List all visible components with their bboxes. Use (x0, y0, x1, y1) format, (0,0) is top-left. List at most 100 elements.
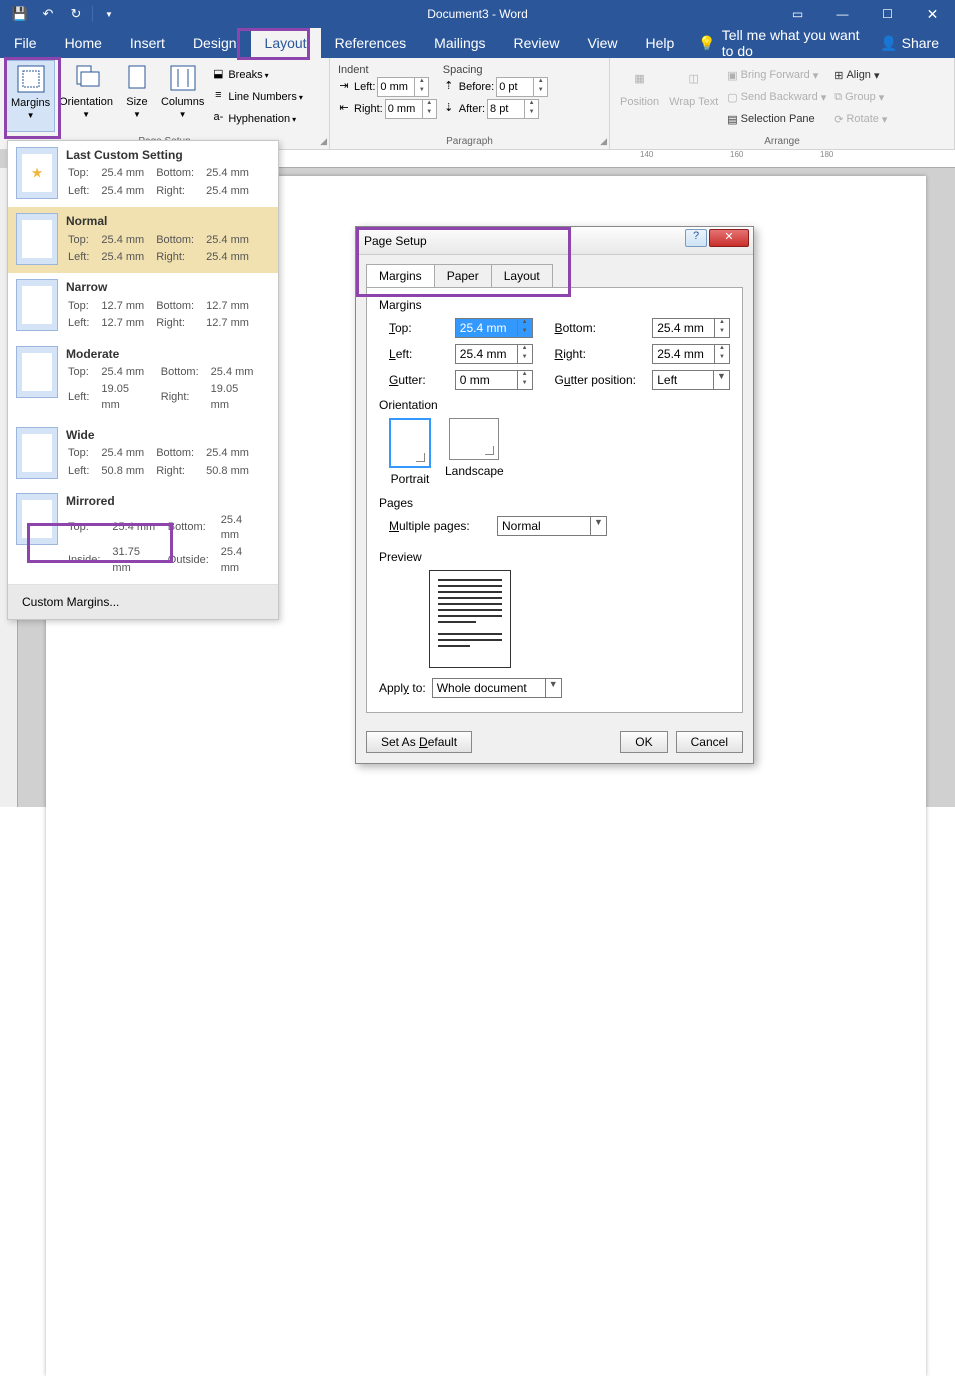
indent-right-icon: ⇤ (336, 101, 352, 117)
margin-option-narrow[interactable]: NarrowTop:12.7 mmBottom:12.7 mmLeft:12.7… (8, 273, 278, 339)
line-numbers-label: Line Numbers (228, 91, 296, 103)
close-button[interactable]: ✕ (910, 0, 955, 28)
breaks-button[interactable]: ⬓Breaks ▾ (208, 64, 305, 86)
margin-option-info: WideTop:25.4 mmBottom:25.4 mmLeft:50.8 m… (66, 427, 261, 481)
bottom-label: Bottom: (555, 321, 645, 335)
columns-label: Columns (161, 96, 204, 108)
dialog-help-button[interactable]: ? (685, 229, 707, 247)
gutter-position-select[interactable]: Left▼ (652, 370, 730, 390)
page-setup-dialog: Page Setup ? ✕ Margins Paper Layout Marg… (355, 226, 754, 764)
position-icon: ▦ (624, 62, 656, 94)
gutter-pos-label: Gutter position: (555, 373, 645, 387)
tell-me-search[interactable]: 💡 Tell me what you want to do (688, 28, 880, 58)
selection-pane-icon: ▤ (727, 113, 737, 126)
margin-option-last-custom-setting[interactable]: Last Custom SettingTop:25.4 mmBottom:25.… (8, 141, 278, 207)
dialog-titlebar[interactable]: Page Setup ? ✕ (356, 227, 753, 255)
window-title: Document3 - Word (427, 7, 527, 21)
orientation-landscape[interactable]: Landscape (445, 418, 504, 486)
spacing-after-input[interactable]: 8 pt▲▼ (487, 99, 539, 119)
spacing-after-label: After: (459, 103, 485, 115)
line-numbers-button[interactable]: ≡Line Numbers ▾ (208, 86, 305, 108)
multiple-pages-select[interactable]: Normal▼ (497, 516, 607, 536)
window-buttons: ▭ — ☐ ✕ (775, 0, 955, 28)
lightbulb-icon: 💡 (698, 35, 715, 52)
margin-thumb-icon (16, 346, 58, 398)
dialog-tab-margins[interactable]: Margins (366, 264, 435, 287)
indent-left-input[interactable]: 0 mm▲▼ (377, 77, 429, 97)
group-page-setup: Margins ▼ Orientation ▼ Size ▼ (0, 58, 330, 149)
ok-button[interactable]: OK (620, 731, 667, 753)
margin-thumb-icon (16, 427, 58, 479)
right-label: Right: (555, 347, 645, 361)
tab-layout[interactable]: Layout (251, 28, 321, 58)
margin-option-wide[interactable]: WideTop:25.4 mmBottom:25.4 mmLeft:50.8 m… (8, 421, 278, 487)
send-backward-icon: ▢ (727, 91, 737, 104)
share-button[interactable]: 👤 Share (880, 28, 955, 58)
tab-file[interactable]: File (0, 28, 51, 58)
margin-left-input[interactable]: 25.4 mm▲▼ (455, 344, 533, 364)
ribbon: Margins ▼ Orientation ▼ Size ▼ (0, 58, 955, 150)
tab-help[interactable]: Help (632, 28, 689, 58)
maximize-button[interactable]: ☐ (865, 0, 910, 28)
indent-right-label: Right: (354, 103, 383, 115)
custom-margins-item[interactable]: Custom Margins... (8, 584, 278, 619)
margin-option-moderate[interactable]: ModerateTop:25.4 mmBottom:25.4 mmLeft:19… (8, 340, 278, 422)
pages-section-label: Pages (379, 496, 730, 510)
margin-bottom-input[interactable]: 25.4 mm▲▼ (652, 318, 730, 338)
tab-home[interactable]: Home (51, 28, 116, 58)
columns-button[interactable]: Columns ▼ (157, 60, 208, 132)
margin-top-input[interactable]: 25.4 mm▲▼ (455, 318, 533, 338)
paragraph-launcher[interactable]: ◢ (600, 136, 607, 147)
indent-header: Indent (336, 64, 437, 76)
cancel-button[interactable]: Cancel (676, 731, 743, 753)
bring-forward-button: ▣Bring Forward ▾ (724, 64, 829, 86)
orientation-button[interactable]: Orientation ▼ (55, 60, 117, 132)
tab-references[interactable]: References (321, 28, 421, 58)
ribbon-tabs: File Home Insert Design Layout Reference… (0, 28, 955, 58)
minimize-button[interactable]: — (820, 0, 865, 28)
dialog-tab-paper[interactable]: Paper (434, 264, 492, 287)
orientation-label: Orientation (59, 96, 113, 108)
apply-to-select[interactable]: Whole document▼ (432, 678, 562, 698)
size-icon (121, 62, 153, 94)
margin-right-input[interactable]: 25.4 mm▲▼ (652, 344, 730, 364)
size-label: Size (126, 96, 147, 108)
dialog-tabs: Margins Paper Layout (366, 264, 743, 288)
qat-customize-icon[interactable]: ▼ (97, 4, 121, 24)
redo-icon[interactable]: ↻ (64, 4, 88, 24)
tab-view[interactable]: View (573, 28, 631, 58)
hyphenation-label: Hyphenation (228, 113, 290, 125)
group-paragraph: Indent ⇥Left: 0 mm▲▼ ⇤Right: 0 mm▲▼ Spac… (330, 58, 610, 149)
spacing-header: Spacing (441, 64, 548, 76)
indent-right-input[interactable]: 0 mm▲▼ (385, 99, 437, 119)
set-as-default-button[interactable]: Set As Default (366, 731, 472, 753)
dialog-close-button[interactable]: ✕ (709, 229, 749, 247)
dialog-title: Page Setup (364, 234, 427, 248)
quick-access-toolbar: 💾 ↶ ↻ ▼ (0, 4, 121, 24)
group-button: ⧉Group ▾ (831, 86, 890, 108)
margin-option-mirrored[interactable]: MirroredTop:25.4 mmBottom:25.4 mmInside:… (8, 487, 278, 584)
indent-left-label: Left: (354, 81, 375, 93)
size-button[interactable]: Size ▼ (117, 60, 157, 132)
margin-option-normal[interactable]: NormalTop:25.4 mmBottom:25.4 mmLeft:25.4… (8, 207, 278, 273)
tab-review[interactable]: Review (500, 28, 574, 58)
gutter-input[interactable]: 0 mm▲▼ (455, 370, 533, 390)
tab-mailings[interactable]: Mailings (420, 28, 499, 58)
align-button[interactable]: ⊞Align ▾ (831, 64, 890, 86)
save-icon[interactable]: 💾 (8, 4, 32, 24)
tab-insert[interactable]: Insert (116, 28, 179, 58)
orientation-portrait[interactable]: Portrait (389, 418, 431, 486)
selection-pane-button[interactable]: ▤Selection Pane (724, 108, 829, 130)
hyphenation-button[interactable]: a‑Hyphenation ▾ (208, 108, 305, 130)
dialog-tab-layout[interactable]: Layout (491, 264, 553, 287)
page-setup-launcher[interactable]: ◢ (320, 136, 327, 147)
tell-me-label: Tell me what you want to do (722, 27, 870, 59)
spacing-before-input[interactable]: 0 pt▲▼ (496, 77, 548, 97)
group-icon: ⧉ (834, 91, 842, 104)
undo-icon[interactable]: ↶ (36, 4, 60, 24)
margins-button[interactable]: Margins ▼ (6, 60, 55, 132)
hyphenation-icon: a‑ (210, 111, 226, 127)
ribbon-options-icon[interactable]: ▭ (775, 0, 820, 28)
tab-design[interactable]: Design (179, 28, 251, 58)
rotate-button: ⟳Rotate ▾ (831, 108, 890, 130)
